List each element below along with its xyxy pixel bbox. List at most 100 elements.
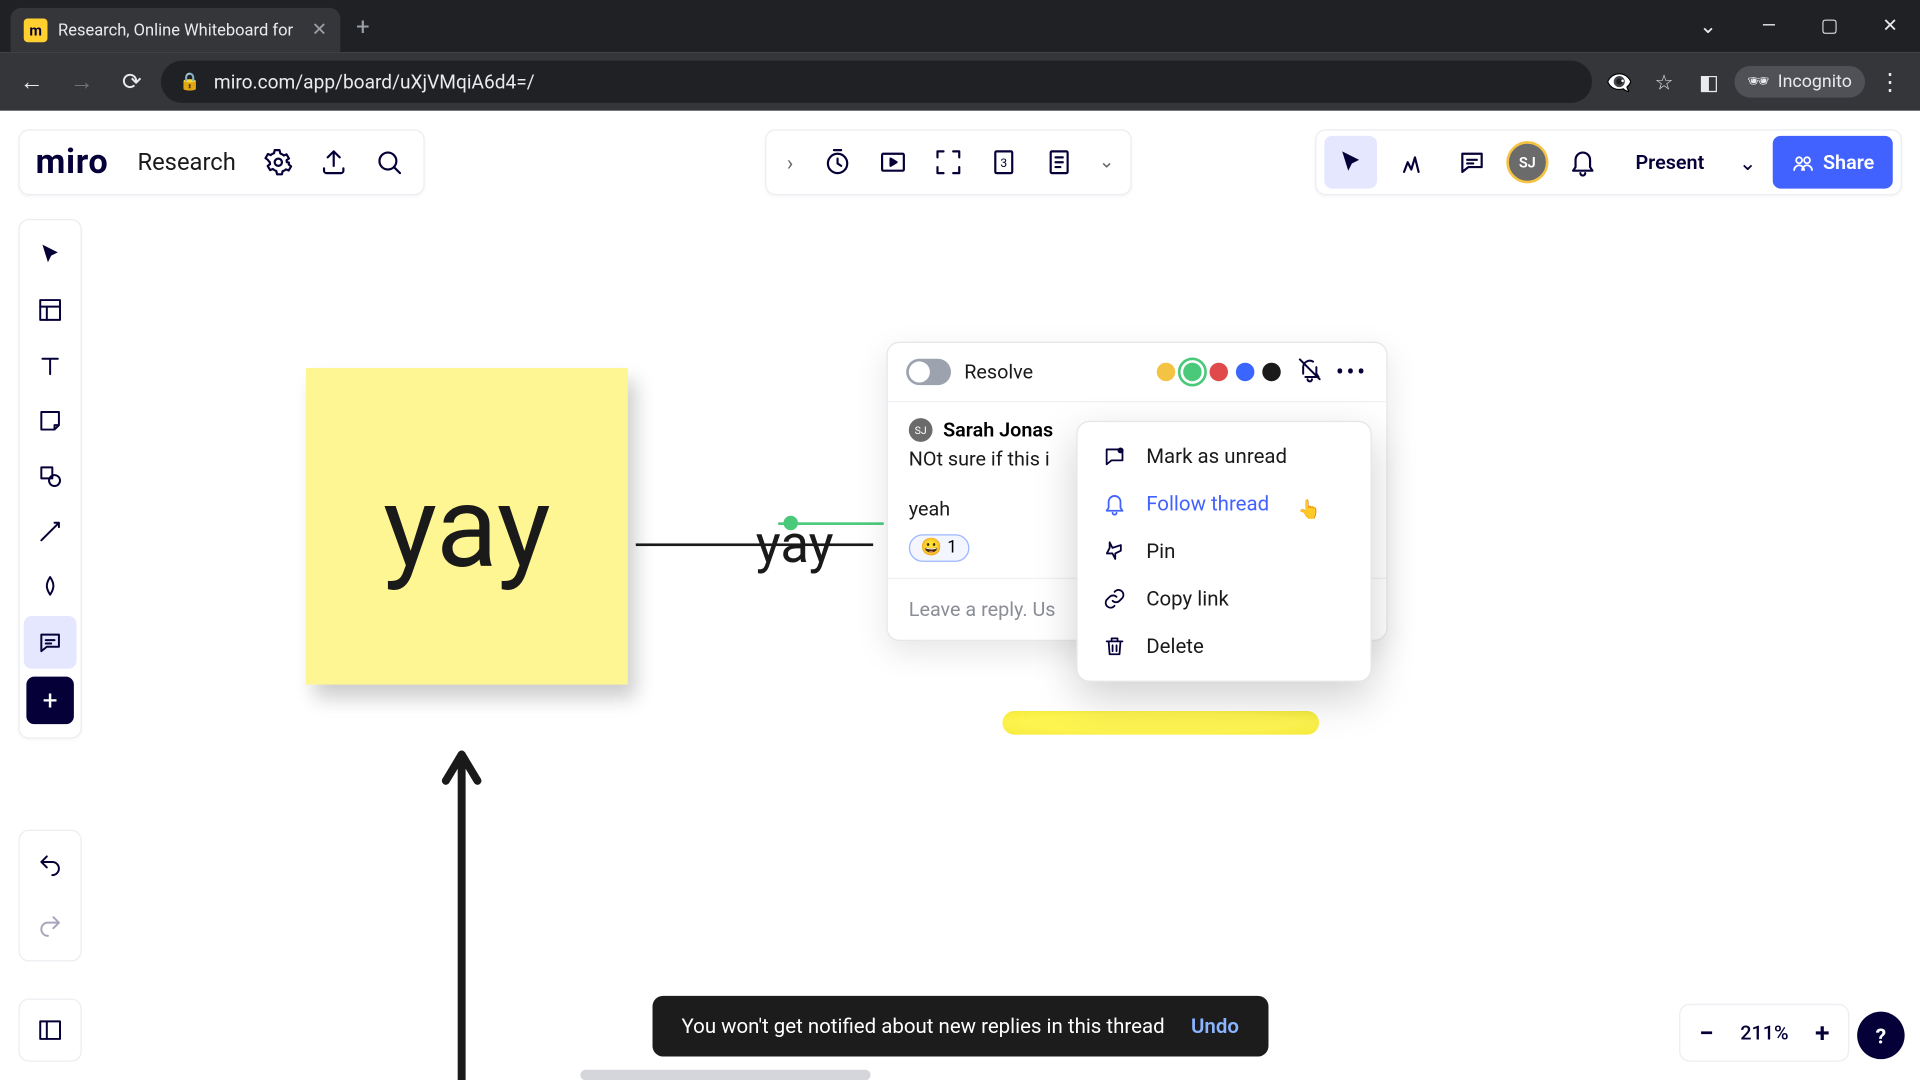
menu-follow-thread-label: Follow thread	[1146, 492, 1269, 516]
color-yellow[interactable]	[1156, 363, 1174, 381]
color-black[interactable]	[1262, 363, 1280, 381]
reaction-chip[interactable]: 😀 1	[909, 534, 969, 562]
redo-button[interactable]	[24, 900, 77, 953]
comment-context-menu: Mark as unread Follow thread Pin Copy li…	[1076, 421, 1371, 682]
back-button[interactable]: ←	[11, 61, 53, 103]
menu-pin-label: Pin	[1146, 539, 1175, 563]
menu-delete[interactable]: Delete	[1078, 623, 1371, 670]
highlight-shape[interactable]	[1002, 711, 1319, 735]
author-avatar: SJ	[909, 418, 933, 442]
trash-icon	[1101, 634, 1127, 658]
export-button[interactable]	[307, 136, 360, 189]
zoom-in-button[interactable]: +	[1804, 1017, 1840, 1049]
settings-button[interactable]	[252, 136, 305, 189]
present-dropdown-icon[interactable]: ⌄	[1731, 150, 1765, 175]
toast-message: You won't get notified about new replies…	[682, 1014, 1165, 1038]
miro-logo[interactable]: miro	[28, 142, 122, 182]
topbar-mid: › 3 ⌄	[765, 129, 1132, 195]
eye-off-icon[interactable]: 👁‍🗨	[1599, 62, 1639, 102]
chevron-down-icon[interactable]: ⌄	[1088, 152, 1125, 173]
help-button[interactable]: ?	[1857, 1012, 1904, 1059]
board-name[interactable]: Research	[124, 148, 249, 176]
undo-button[interactable]	[24, 839, 77, 892]
extensions-icon[interactable]: ◧	[1689, 62, 1729, 102]
zoom-out-button[interactable]: −	[1689, 1017, 1725, 1049]
connect-tool[interactable]	[24, 505, 77, 558]
browser-menu-icon[interactable]: ⋮	[1870, 68, 1910, 96]
pen-tool[interactable]	[24, 561, 77, 614]
bell-off-icon[interactable]	[1296, 356, 1322, 388]
unread-icon	[1101, 445, 1127, 469]
user-avatar[interactable]: SJ	[1506, 141, 1548, 183]
color-red[interactable]	[1209, 363, 1227, 381]
present-button[interactable]: Present	[1617, 136, 1723, 189]
comment-tool[interactable]	[24, 616, 77, 669]
menu-delete-label: Delete	[1146, 634, 1204, 658]
bookmark-star-icon[interactable]: ☆	[1644, 62, 1684, 102]
cursor-tool-button[interactable]	[1324, 136, 1377, 189]
tab-title: Research, Online Whiteboard for	[58, 20, 301, 40]
color-blue[interactable]	[1236, 363, 1254, 381]
sticky-tool[interactable]	[24, 394, 77, 447]
menu-mark-unread[interactable]: Mark as unread	[1078, 433, 1371, 480]
horizontal-scrollbar[interactable]	[580, 1070, 870, 1080]
chevron-right-icon[interactable]: ›	[772, 150, 809, 175]
pin-icon	[1101, 539, 1127, 563]
new-tab-button[interactable]: +	[340, 13, 385, 41]
incognito-label: Incognito	[1778, 71, 1852, 92]
close-window-icon[interactable]: ✕	[1860, 0, 1920, 53]
reload-button[interactable]: ⟳	[111, 61, 153, 103]
menu-copy-link[interactable]: Copy link	[1078, 575, 1371, 622]
select-tool[interactable]	[24, 228, 77, 281]
browser-tab[interactable]: m Research, Online Whiteboard for ✕	[11, 8, 341, 53]
add-more-tool[interactable]: +	[26, 677, 73, 724]
focus-button[interactable]	[922, 136, 975, 189]
toast-undo-button[interactable]: Undo	[1191, 1014, 1239, 1038]
color-green[interactable]	[1183, 363, 1201, 381]
menu-mark-unread-label: Mark as unread	[1146, 445, 1287, 469]
sticky-note[interactable]: yay	[306, 368, 628, 685]
resolve-toggle[interactable]	[906, 359, 951, 385]
menu-pin[interactable]: Pin	[1078, 528, 1371, 575]
share-button[interactable]: Share	[1773, 136, 1893, 189]
shapes-tool[interactable]	[24, 450, 77, 503]
comments-button[interactable]	[1446, 136, 1499, 189]
text-tool[interactable]	[24, 339, 77, 392]
minimize-window-icon[interactable]: —	[1738, 0, 1799, 53]
miro-app: miro Research › 3 ⌄ SJ Present ⌄ Share	[0, 111, 1920, 1080]
browser-titlebar: m Research, Online Whiteboard for ✕ + ⌄ …	[0, 0, 1920, 53]
minimap-button[interactable]	[18, 998, 81, 1061]
notifications-button[interactable]	[1556, 136, 1609, 189]
share-label: Share	[1823, 150, 1874, 174]
zoom-level[interactable]: 211%	[1730, 1021, 1799, 1045]
canvas-text[interactable]: yay	[756, 513, 834, 575]
timer-button[interactable]	[811, 136, 864, 189]
forward-button[interactable]: →	[61, 61, 103, 103]
connector-line[interactable]	[636, 543, 873, 546]
miro-favicon: m	[24, 18, 48, 42]
templates-tool[interactable]	[24, 284, 77, 337]
comment-author: Sarah Jonas	[943, 418, 1053, 442]
notes-button[interactable]	[1033, 136, 1086, 189]
svg-text:3: 3	[1000, 156, 1007, 170]
reactions-button[interactable]	[1385, 136, 1438, 189]
incognito-badge[interactable]: 🕶 Incognito	[1734, 66, 1865, 98]
comment-header: Resolve •••	[888, 343, 1387, 402]
incognito-icon: 🕶	[1747, 71, 1770, 92]
presentation-button[interactable]	[867, 136, 920, 189]
notification-toast: You won't get notified about new replies…	[653, 996, 1268, 1057]
window-buttons: ⌄ — ▢ ✕	[1678, 0, 1920, 53]
tabs-dropdown-icon[interactable]: ⌄	[1678, 0, 1739, 53]
lock-icon: 🔒	[179, 72, 200, 92]
comment-more-icon[interactable]: •••	[1336, 358, 1368, 386]
menu-follow-thread[interactable]: Follow thread	[1078, 480, 1371, 527]
pointer-cursor-icon: 👆	[1298, 500, 1321, 521]
bell-icon	[1101, 492, 1127, 516]
voting-button[interactable]: 3	[977, 136, 1030, 189]
arrow-shape[interactable]	[435, 741, 488, 1080]
close-tab-icon[interactable]: ✕	[312, 20, 327, 41]
address-bar[interactable]: 🔒 miro.com/app/board/uXjVMqiA6d4=/	[161, 61, 1592, 103]
topbar-left: miro Research	[18, 129, 424, 195]
search-button[interactable]	[362, 136, 415, 189]
maximize-window-icon[interactable]: ▢	[1799, 0, 1860, 53]
